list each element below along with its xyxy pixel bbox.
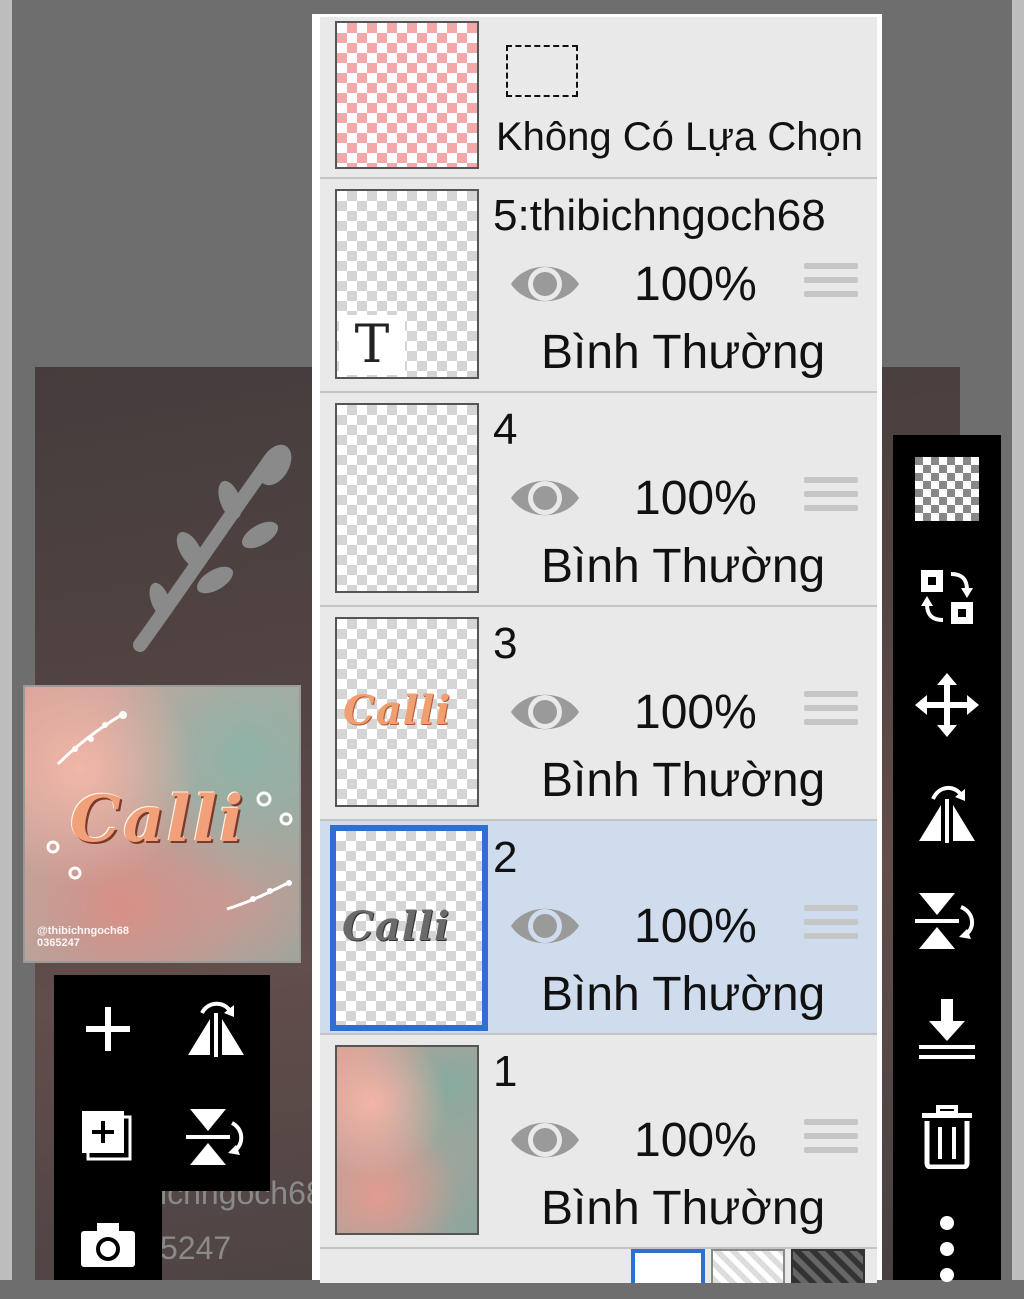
- thumb-calli-color-text: Calli: [343, 687, 452, 734]
- left-toolbar-bottom: [54, 1191, 162, 1280]
- more-icon: [940, 1216, 954, 1282]
- layer-opacity[interactable]: 100%: [634, 471, 757, 526]
- camera-icon: [81, 1223, 135, 1267]
- delete-layer-button[interactable]: [893, 1083, 1001, 1191]
- merge-down-icon: [919, 999, 975, 1059]
- selection-marquee-icon: [506, 45, 578, 97]
- blend-mode[interactable]: Bình Thường: [541, 967, 825, 1022]
- branch-decoration-icon: [133, 444, 292, 652]
- drag-handle-icon[interactable]: [804, 691, 858, 737]
- layer-thumbnail: [335, 1045, 479, 1235]
- layer-row-5[interactable]: T 5:thibichngoch68 100% Bình Thường: [320, 179, 877, 393]
- layers-panel: Không Có Lựa Chọn T 5:thibichngoch68 100…: [312, 14, 882, 1283]
- drag-handle-icon[interactable]: [804, 905, 858, 951]
- visibility-eye-icon[interactable]: [508, 899, 582, 953]
- layers-panel-inner: Không Có Lựa Chọn T 5:thibichngoch68 100…: [320, 17, 877, 1283]
- layer-row-1[interactable]: 1 100% Bình Thường: [320, 1035, 877, 1249]
- blend-mode[interactable]: Bình Thường: [541, 1181, 825, 1236]
- layer-opacity[interactable]: 100%: [634, 685, 757, 740]
- text-layer-icon: T: [339, 315, 405, 375]
- layer-opacity[interactable]: 100%: [634, 1113, 757, 1168]
- flip-horizontal-icon: [188, 1001, 244, 1057]
- canvas-preview[interactable]: Calli @thibichngoch68 0365247: [23, 685, 301, 963]
- layer-name: 4: [493, 405, 518, 454]
- selection-thumbnail: [335, 21, 479, 169]
- bg-swatch-checker-light[interactable]: [711, 1249, 785, 1283]
- blend-mode[interactable]: Bình Thường: [541, 539, 825, 594]
- layer-row-2-selected[interactable]: Calli 2 100% Bình Thường: [320, 821, 877, 1035]
- thumb-calli-gray-text: Calli: [342, 903, 451, 950]
- layer-name: 3: [493, 619, 518, 668]
- preview-calli-text: Calli: [70, 782, 246, 857]
- layer-opacity[interactable]: 100%: [634, 899, 757, 954]
- flip-horizontal-button[interactable]: [162, 975, 270, 1083]
- rotate-flip-vertical-icon: [915, 893, 974, 949]
- no-selection-label: Không Có Lựa Chọn: [496, 115, 864, 159]
- bg-swatch-checker-dark[interactable]: [791, 1249, 865, 1283]
- layer-row-3[interactable]: Calli 3 100% Bình Thường: [320, 607, 877, 821]
- faint-number-text: 5247: [160, 1230, 232, 1266]
- device-frame-left: [0, 0, 12, 1280]
- more-options-button[interactable]: [893, 1191, 1001, 1299]
- drag-handle-icon[interactable]: [804, 263, 858, 309]
- layer-name: 1: [493, 1047, 518, 1096]
- transparent-fill-button[interactable]: [893, 435, 1001, 543]
- layer-row-4[interactable]: 4 100% Bình Thường: [320, 393, 877, 607]
- merge-down-button[interactable]: [893, 975, 1001, 1083]
- preview-credit: @thibichngoch68 0365247: [37, 925, 129, 949]
- visibility-eye-icon[interactable]: [508, 257, 582, 311]
- add-layer-button[interactable]: [54, 975, 162, 1083]
- drag-handle-icon[interactable]: [804, 1119, 858, 1165]
- layer-opacity[interactable]: 100%: [634, 257, 757, 312]
- move-layer-button[interactable]: [893, 651, 1001, 759]
- layer-name: 5:thibichngoch68: [493, 191, 826, 240]
- branch-white-icon-2: [226, 880, 292, 911]
- duplicate-layer-button[interactable]: [54, 1083, 162, 1191]
- sparkle-circles-icon: [256, 791, 293, 826]
- layer-thumbnail: [335, 403, 479, 593]
- layer-thumbnail: T: [335, 189, 479, 379]
- visibility-eye-icon[interactable]: [508, 471, 582, 525]
- flip-vertical-icon: [186, 1109, 244, 1165]
- left-toolbar: [54, 975, 270, 1191]
- blend-mode[interactable]: Bình Thường: [541, 325, 825, 380]
- layer-name: 2: [493, 833, 518, 882]
- selection-layer-row[interactable]: Không Có Lựa Chọn: [320, 17, 877, 179]
- swap-layer-button[interactable]: [893, 543, 1001, 651]
- swap-icon: [921, 570, 973, 624]
- add-layer-icon: [86, 1007, 130, 1051]
- bg-swatch-white[interactable]: [631, 1249, 705, 1283]
- device-frame-right: [1012, 0, 1024, 1280]
- branch-white-icon: [56, 711, 127, 766]
- preview-credit-line2: 0365247: [37, 937, 80, 949]
- flip-horizontal-right-button[interactable]: [893, 759, 1001, 867]
- blend-mode[interactable]: Bình Thường: [541, 753, 825, 808]
- right-toolbar: [893, 435, 1001, 1282]
- move-icon: [915, 673, 979, 737]
- layer-thumbnail: Calli: [335, 617, 479, 807]
- transparent-fill-icon: [915, 457, 979, 521]
- flip-vertical-button[interactable]: [162, 1083, 270, 1191]
- preview-credit-line1: @thibichngoch68: [37, 925, 130, 937]
- visibility-eye-icon[interactable]: [508, 1113, 582, 1167]
- drag-handle-icon[interactable]: [804, 477, 858, 523]
- rotate-flip-horizontal-icon: [919, 786, 975, 843]
- visibility-eye-icon[interactable]: [508, 685, 582, 739]
- layer-thumbnail-selected: Calli: [330, 825, 488, 1031]
- duplicate-layer-icon: [82, 1111, 132, 1161]
- flip-vertical-right-button[interactable]: [893, 867, 1001, 975]
- trash-icon: [922, 1105, 972, 1169]
- camera-button[interactable]: [54, 1191, 162, 1299]
